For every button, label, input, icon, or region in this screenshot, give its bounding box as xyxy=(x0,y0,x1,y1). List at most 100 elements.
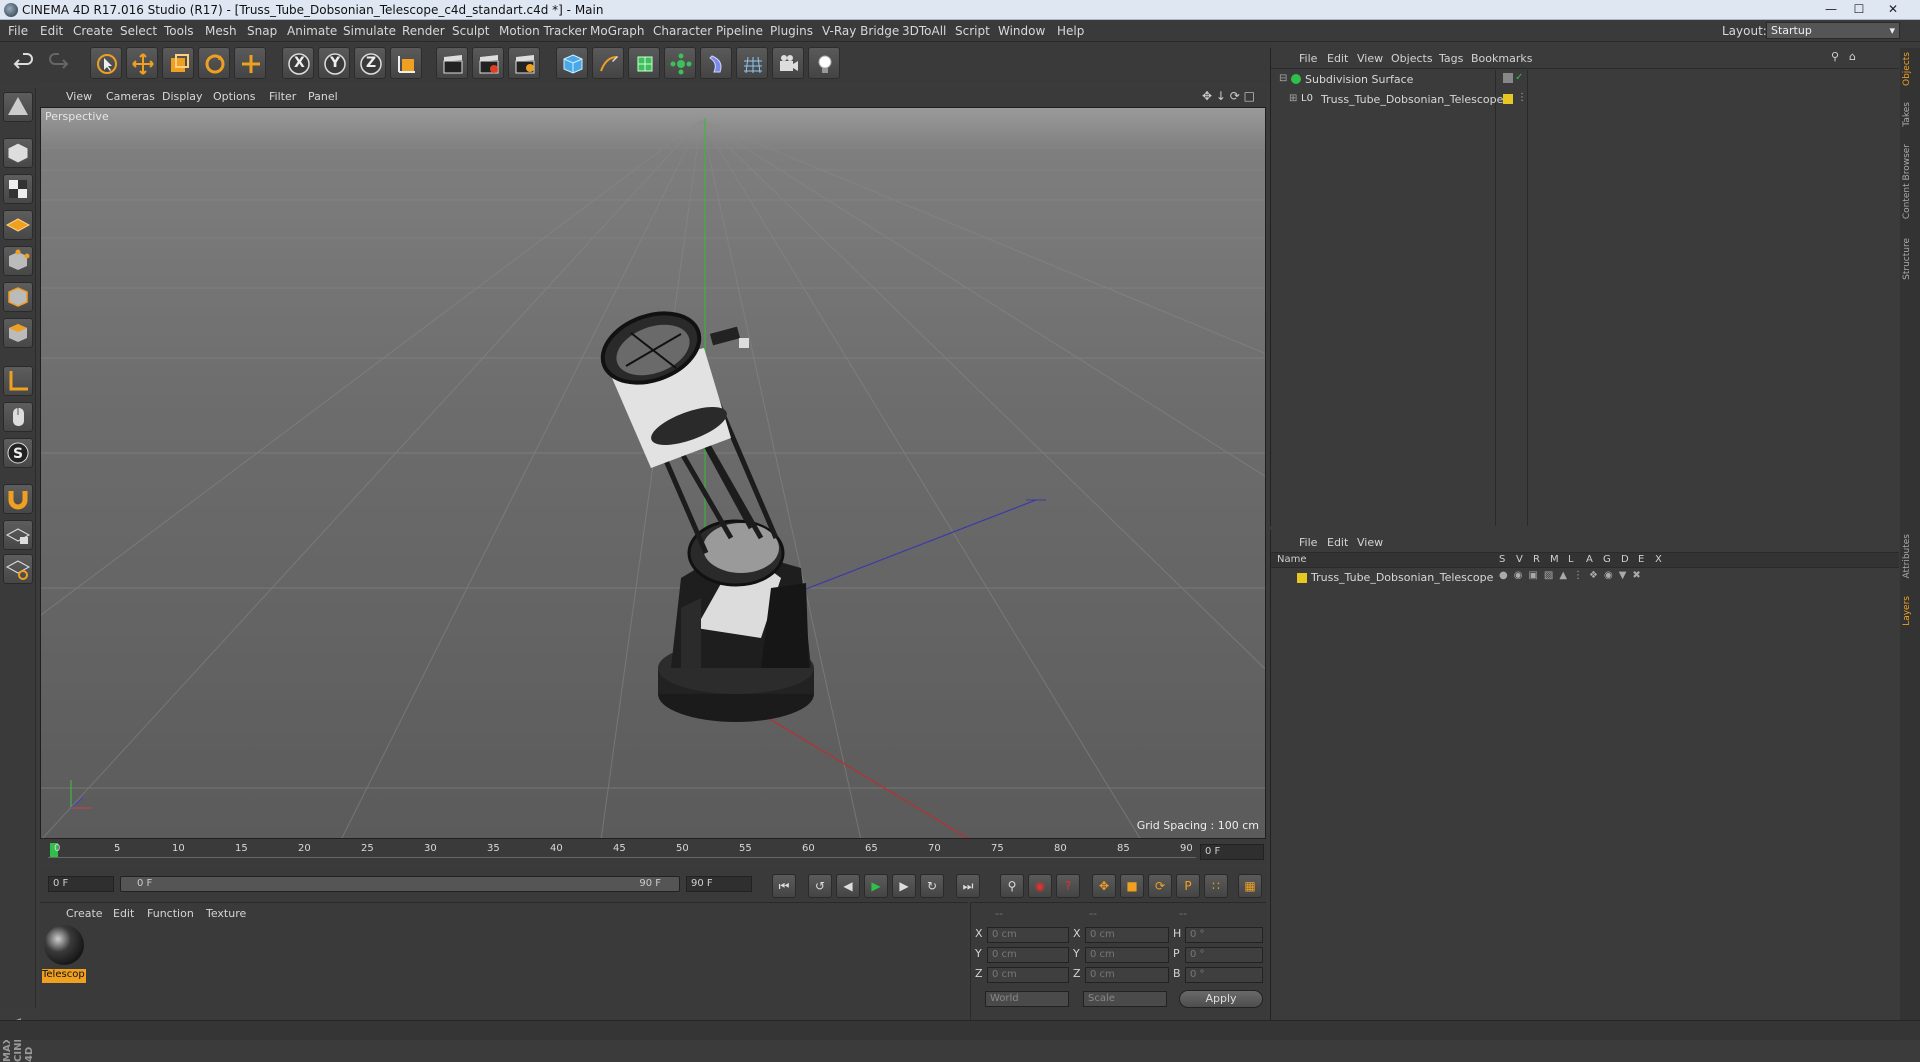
mat-menu-edit[interactable]: Edit xyxy=(113,907,134,920)
coord-mode-select[interactable]: World xyxy=(985,991,1069,1007)
go-to-end-button[interactable]: ⏭ xyxy=(956,874,980,898)
obj-menu-view[interactable]: View xyxy=(1357,52,1383,65)
expand-icon[interactable]: ⊞ xyxy=(1289,93,1297,104)
object-row[interactable]: ⊞ L0 Truss_Tube_Dobsonian_Telescope ⋮ xyxy=(1277,92,1893,108)
record-keys-button[interactable]: ⚲ xyxy=(1000,874,1024,898)
model-mode-button[interactable] xyxy=(3,138,33,168)
viewport-nav-icons[interactable]: ✥ ↓ ⟳ □ xyxy=(1202,89,1255,103)
render-view-button[interactable] xyxy=(436,47,468,79)
obj-menu-file[interactable]: File xyxy=(1299,52,1317,65)
next-frame-button[interactable]: ▶ xyxy=(892,874,916,898)
menu-mesh[interactable]: Mesh xyxy=(205,24,237,38)
menu-plugins[interactable]: Plugins xyxy=(770,24,813,38)
menu-pipeline[interactable]: Pipeline xyxy=(716,24,763,38)
light-button[interactable] xyxy=(808,47,840,79)
menu-simulate[interactable]: Simulate xyxy=(343,24,396,38)
material-label[interactable]: Telescop xyxy=(42,969,86,983)
position-x-field[interactable]: 0 cm xyxy=(987,927,1069,943)
current-frame-field[interactable]: 0 F xyxy=(1200,844,1264,860)
y-axis-lock-button[interactable]: Y xyxy=(318,47,350,79)
timeline-ruler[interactable]: 0 5 10 15 20 25 30 35 40 45 50 55 60 65 … xyxy=(40,840,1266,864)
position-y-field[interactable]: 0 cm xyxy=(987,947,1069,963)
subdivision-surface-button[interactable] xyxy=(628,47,660,79)
layer-flag-icons[interactable]: ●◉▣▧▲⋮❖◉▼✖ xyxy=(1499,570,1647,581)
apply-button[interactable]: Apply xyxy=(1179,990,1263,1008)
tab-layers[interactable]: Layers xyxy=(1902,596,1918,626)
size-x-field[interactable]: 0 cm xyxy=(1085,927,1169,943)
menu-3dtoall[interactable]: 3DToAll xyxy=(902,24,946,38)
menu-character[interactable]: Character xyxy=(653,24,712,38)
size-z-field[interactable]: 0 cm xyxy=(1085,967,1169,983)
size-y-field[interactable]: 0 cm xyxy=(1085,947,1169,963)
camera-button[interactable] xyxy=(772,47,804,79)
locked-workplane-button[interactable] xyxy=(3,520,33,550)
mat-menu-function[interactable]: Function xyxy=(147,907,194,920)
multi-tool-button[interactable] xyxy=(234,47,266,79)
start-frame-field[interactable]: 0 F xyxy=(48,876,114,892)
menu-render[interactable]: Render xyxy=(402,24,445,38)
enabled-check-icon[interactable]: ✓ xyxy=(1515,72,1523,83)
render-settings-button[interactable] xyxy=(508,47,540,79)
object-name-subdivision[interactable]: Subdivision Surface xyxy=(1305,73,1413,86)
rotation-key-button[interactable]: ⟳ xyxy=(1148,874,1172,898)
point-level-button[interactable]: ∷ xyxy=(1204,874,1228,898)
mat-menu-texture[interactable]: Texture xyxy=(206,907,246,920)
menu-tools[interactable]: Tools xyxy=(164,24,194,38)
pen-spline-button[interactable] xyxy=(592,47,624,79)
layer-name[interactable]: Truss_Tube_Dobsonian_Telescope xyxy=(1311,571,1493,584)
snap-button[interactable]: S xyxy=(3,438,33,468)
vp-menu-filter[interactable]: Filter xyxy=(269,90,296,103)
object-name-telescope[interactable]: Truss_Tube_Dobsonian_Telescope xyxy=(1321,93,1503,106)
rotation-p-field[interactable]: 0 ° xyxy=(1185,947,1263,963)
layout-select[interactable]: Startup ▾ xyxy=(1766,22,1900,39)
timeline-window-button[interactable]: ▦ xyxy=(1238,874,1262,898)
obj-menu-edit[interactable]: Edit xyxy=(1327,52,1348,65)
workplane-mode-button[interactable] xyxy=(3,210,33,240)
magnet-button[interactable] xyxy=(3,484,33,514)
previous-key-button[interactable]: ↺ xyxy=(808,874,832,898)
menu-edit[interactable]: Edit xyxy=(40,24,63,38)
scale-tool-button[interactable] xyxy=(162,47,194,79)
position-z-field[interactable]: 0 cm xyxy=(987,967,1069,983)
layer-menu-edit[interactable]: Edit xyxy=(1327,536,1348,549)
scale-key-button[interactable]: ■ xyxy=(1120,874,1144,898)
x-axis-lock-button[interactable]: X xyxy=(282,47,314,79)
menu-sculpt[interactable]: Sculpt xyxy=(452,24,489,38)
tweak-mode-button[interactable] xyxy=(3,402,33,432)
polygons-mode-button[interactable] xyxy=(3,318,33,348)
parameter-key-button[interactable]: P xyxy=(1176,874,1200,898)
vp-menu-options[interactable]: Options xyxy=(213,90,255,103)
menu-file[interactable]: File xyxy=(8,24,28,38)
viewport-perspective[interactable]: Perspective Grid Spacing : 100 cm xyxy=(40,107,1266,839)
move-tool-button[interactable] xyxy=(126,47,158,79)
menu-window[interactable]: Window xyxy=(998,24,1045,38)
menu-motion-tracker[interactable]: Motion Tracker xyxy=(499,24,587,38)
cloner-button[interactable] xyxy=(664,47,696,79)
tab-objects[interactable]: Objects xyxy=(1902,52,1918,86)
close-button[interactable]: ✕ xyxy=(1880,0,1906,18)
menu-create[interactable]: Create xyxy=(73,24,113,38)
go-to-start-button[interactable]: ⏮ xyxy=(772,874,796,898)
select-tool-button[interactable] xyxy=(90,47,122,79)
autokey-button[interactable]: ◉ xyxy=(1028,874,1052,898)
menu-mograph[interactable]: MoGraph xyxy=(590,24,645,38)
menu-snap[interactable]: Snap xyxy=(247,24,277,38)
tab-structure[interactable]: Structure xyxy=(1902,238,1918,280)
coordinate-system-button[interactable] xyxy=(390,47,422,79)
menu-animate[interactable]: Animate xyxy=(287,24,337,38)
home-icon[interactable]: ⌂ xyxy=(1849,50,1856,63)
search-icon[interactable]: ⚲ xyxy=(1831,50,1839,63)
vp-menu-display[interactable]: Display xyxy=(162,90,203,103)
collapse-icon[interactable]: ⊟ xyxy=(1279,73,1287,84)
axis-mode-button[interactable] xyxy=(3,366,33,396)
render-picture-viewer-button[interactable] xyxy=(472,47,504,79)
make-editable-button[interactable] xyxy=(3,92,33,122)
material-swatch[interactable] xyxy=(44,925,84,965)
undo-button[interactable] xyxy=(8,47,40,79)
layer-color-swatch[interactable] xyxy=(1503,94,1513,104)
object-row[interactable]: ⊟ Subdivision Surface ✓ xyxy=(1277,72,1893,88)
visibility-dots-icon[interactable]: ⋮ xyxy=(1517,92,1527,103)
previous-frame-button[interactable]: ◀ xyxy=(836,874,860,898)
maximize-button[interactable]: ☐ xyxy=(1846,0,1872,18)
vp-menu-view[interactable]: View xyxy=(66,90,92,103)
